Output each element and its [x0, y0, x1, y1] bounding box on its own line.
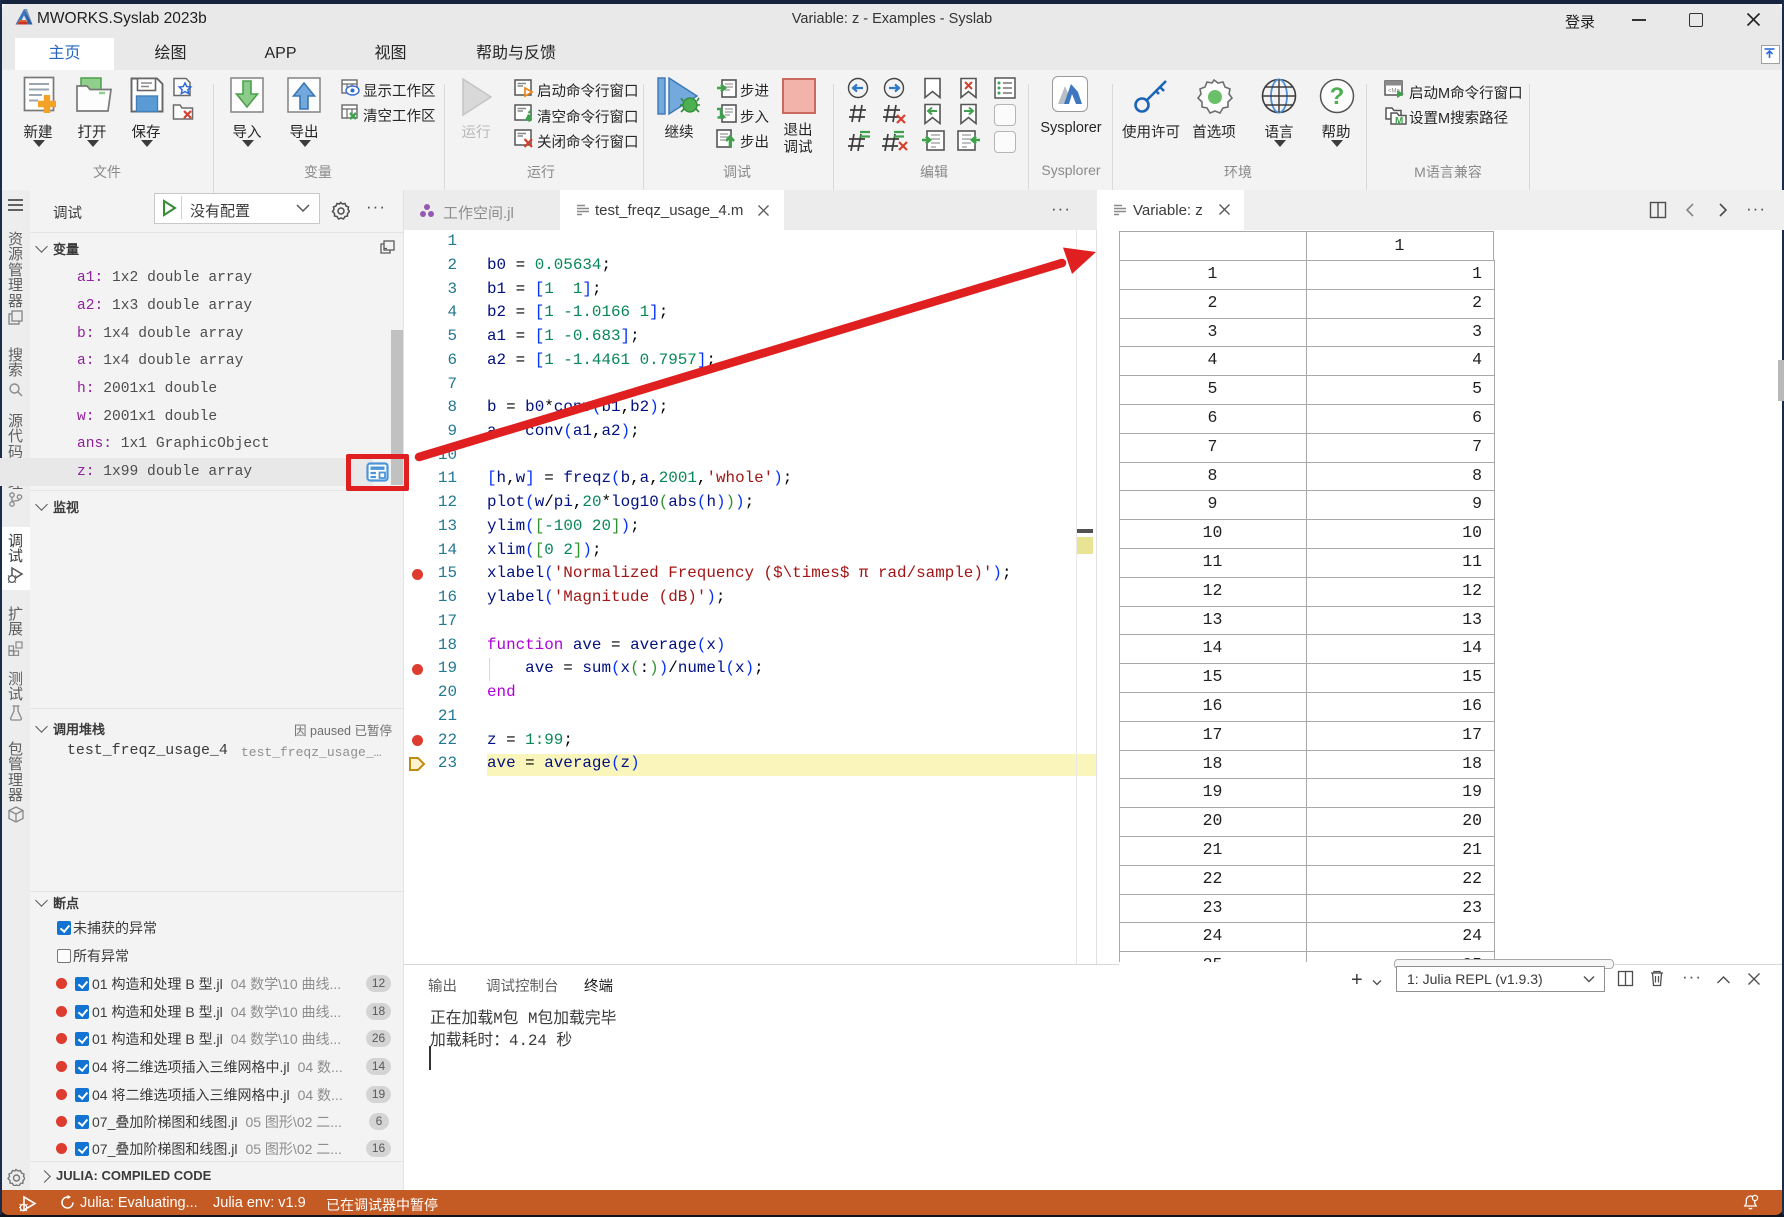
svg-text:M: M	[1395, 116, 1403, 125]
svg-text:?: ?	[1330, 83, 1345, 110]
